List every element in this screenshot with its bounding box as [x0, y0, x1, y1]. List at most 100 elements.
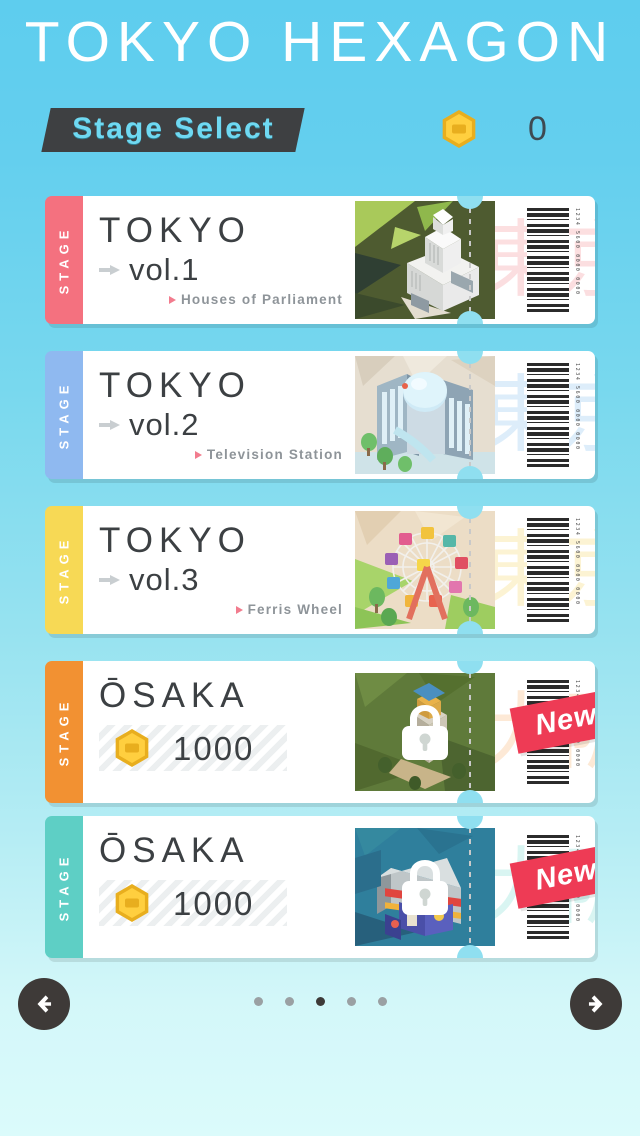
ticket-barcode: 1234 5600 0000 0000 — [527, 518, 581, 622]
stage-ticket-list: STAGE 東京 TOKYO vol.1 Houses of Parliamen… — [0, 196, 640, 971]
ticket-perforation — [469, 673, 471, 791]
page-dot[interactable] — [346, 997, 356, 1006]
stage-select-label: Stage Select — [72, 112, 275, 145]
page-dot[interactable] — [377, 997, 387, 1006]
ticket-volume-row: vol.2 — [99, 409, 349, 441]
ticket-volume-row: vol.1 — [99, 254, 349, 286]
barcode-bars — [527, 363, 569, 467]
stage-select-banner: Stage Select — [41, 108, 306, 152]
ticket-info: ŌSAKA 1000 — [99, 816, 349, 958]
ticket-body: 東京 TOKYO vol.2 Television Station — [83, 351, 595, 479]
ticket-barcode: 1234 5600 0000 0000 — [527, 208, 581, 312]
triangle-bullet-icon — [194, 450, 202, 459]
stage-tab-label: STAGE — [56, 852, 72, 922]
triangle-bullet-icon — [168, 295, 176, 304]
new-badge-label: New! — [532, 696, 595, 742]
ferris-wheel-thumbnail — [355, 511, 495, 629]
new-badge-label: New! — [532, 851, 595, 897]
lock-icon — [396, 856, 454, 918]
ticket-city: TOKYO — [99, 521, 251, 560]
ticket-body: 東京 TOKYO vol.3 Ferris Wheel — [83, 506, 595, 634]
ticket-body: 大阪 ŌSAKA 1000 — [83, 816, 595, 958]
ticket-subtitle-row: Ferris Wheel — [99, 602, 343, 617]
ticket-slot: STAGE 東京 TOKYO vol.2 Television Station — [0, 351, 640, 506]
dotonbori-thumbnail — [355, 828, 495, 946]
stage-ticket[interactable]: STAGE 東京 TOKYO vol.3 Ferris Wheel — [45, 506, 595, 634]
stage-tab-label: STAGE — [56, 697, 72, 767]
barcode-digits: 1234 5600 0000 0000 — [574, 363, 580, 451]
ticket-city: ŌSAKA — [99, 676, 250, 715]
hexagon-coin-icon — [113, 884, 151, 922]
ticket-barcode: 1234 5600 0000 0000 — [527, 363, 581, 467]
page-dot[interactable] — [284, 997, 294, 1006]
television-station-thumbnail — [355, 356, 495, 474]
ticket-price: 1000 — [99, 880, 287, 926]
ticket-volume-row: vol.3 — [99, 564, 349, 596]
ticket-notch-bottom — [457, 790, 483, 803]
ticket-subtitle-row: Television Station — [99, 447, 343, 462]
arrow-right-small-icon — [99, 418, 121, 432]
stage-tab: STAGE — [45, 816, 83, 958]
triangle-bullet-icon — [235, 605, 243, 614]
ticket-price: 1000 — [99, 725, 287, 771]
page-dot[interactable] — [315, 997, 325, 1006]
coin-counter: 0 — [440, 110, 547, 148]
lock-icon — [396, 701, 454, 763]
bottom-navigation — [0, 978, 640, 1032]
hexagon-coin-icon — [113, 729, 151, 767]
stage-ticket[interactable]: STAGE 東京 TOKYO vol.2 Television Station — [45, 351, 595, 479]
lock-icon — [402, 860, 448, 915]
stage-ticket[interactable]: STAGE 東京 TOKYO vol.1 Houses of Parliamen… — [45, 196, 595, 324]
ticket-volume: vol.2 — [129, 407, 200, 442]
ticket-info: TOKYO vol.1 Houses of Parliament — [99, 196, 349, 324]
ticket-slot: STAGE 東京 TOKYO vol.3 Ferris Wheel — [0, 506, 640, 661]
ticket-slot: STAGE 東京 TOKYO vol.1 Houses of Parliamen… — [0, 196, 640, 351]
ticket-perforation — [469, 828, 471, 946]
lock-icon — [402, 705, 448, 760]
ticket-subtitle: Television Station — [206, 447, 343, 462]
barcode-bars — [527, 208, 569, 312]
barcode-digits: 1234 5600 0000 0000 — [574, 518, 580, 606]
ticket-city: TOKYO — [99, 366, 251, 405]
ticket-city: ŌSAKA — [99, 831, 250, 870]
ticket-price-value: 1000 — [173, 729, 255, 767]
arrow-right-icon — [588, 995, 603, 1013]
stage-tab: STAGE — [45, 196, 83, 324]
osaka-castle-thumbnail — [355, 673, 495, 791]
stage-ticket[interactable]: STAGE 大阪 ŌSAKA 1000 — [45, 661, 595, 803]
coin-amount: 0 — [528, 110, 547, 148]
ticket-slot: STAGE 大阪 ŌSAKA 1000 — [0, 661, 640, 816]
ticket-info: ŌSAKA 1000 — [99, 661, 349, 803]
ticket-notch-bottom — [457, 945, 483, 958]
ticket-slot: STAGE 大阪 ŌSAKA 1000 — [0, 816, 640, 971]
ticket-body: 東京 TOKYO vol.1 Houses of Parliament — [83, 196, 595, 324]
page-title: TOKYO HEXAGON — [24, 10, 616, 74]
ticket-subtitle-row: Houses of Parliament — [99, 292, 343, 307]
barcode-digits: 1234 5600 0000 0000 — [574, 208, 580, 296]
stage-tab: STAGE — [45, 661, 83, 803]
ticket-volume: vol.1 — [129, 252, 200, 287]
hexagon-coin-icon — [440, 110, 478, 148]
barcode-bars — [527, 518, 569, 622]
page-dots — [0, 997, 640, 1006]
ticket-price-value: 1000 — [173, 884, 255, 922]
arrow-right-small-icon — [99, 573, 121, 587]
ticket-subtitle: Ferris Wheel — [247, 602, 343, 617]
ticket-body: 大阪 ŌSAKA 1000 — [83, 661, 595, 803]
stage-tab: STAGE — [45, 506, 83, 634]
ticket-info: TOKYO vol.3 Ferris Wheel — [99, 506, 349, 634]
ticket-perforation — [469, 518, 471, 622]
ticket-perforation — [469, 208, 471, 312]
stage-tab-label: STAGE — [56, 535, 72, 605]
ticket-info: TOKYO vol.2 Television Station — [99, 351, 349, 479]
arrow-right-small-icon — [99, 263, 121, 277]
ticket-volume: vol.3 — [129, 562, 200, 597]
next-page-button[interactable] — [570, 978, 622, 1030]
stage-tab-label: STAGE — [56, 225, 72, 295]
stage-ticket[interactable]: STAGE 大阪 ŌSAKA 1000 — [45, 816, 595, 958]
page-dot[interactable] — [253, 997, 263, 1006]
ticket-perforation — [469, 363, 471, 467]
stage-tab: STAGE — [45, 351, 83, 479]
houses-of-parliament-thumbnail — [355, 201, 495, 319]
ticket-city: TOKYO — [99, 211, 251, 250]
